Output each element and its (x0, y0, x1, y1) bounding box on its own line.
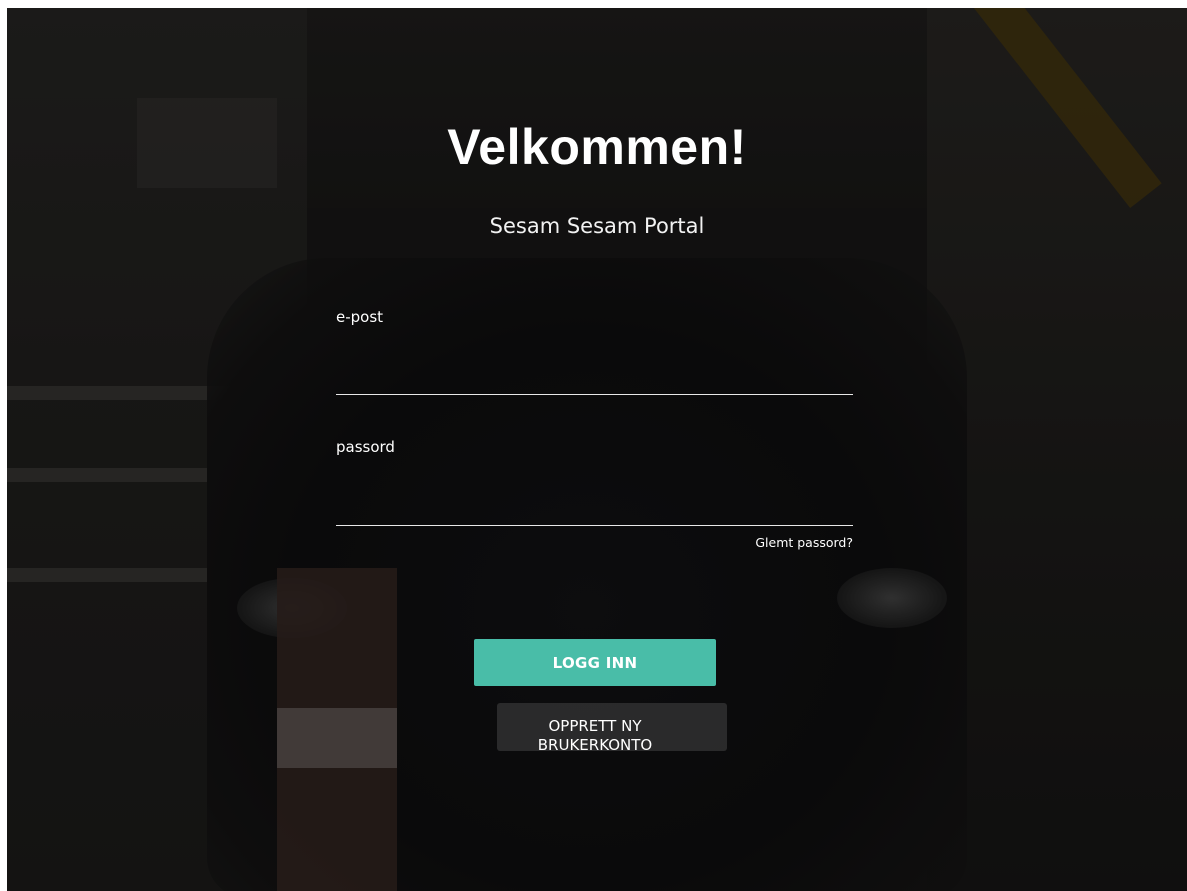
login-form: Velkommen! Sesam Sesam Portal e-post pas… (7, 8, 1187, 891)
email-label: e-post (336, 308, 384, 326)
forgot-password-link[interactable]: Glemt passord? (755, 535, 853, 550)
create-account-line1: OPPRETT NY (548, 717, 642, 735)
create-account-link[interactable]: OPPRETT NY BRUKERKONTO (477, 717, 713, 755)
login-button[interactable]: LOGG INN (474, 639, 716, 686)
email-field[interactable] (336, 364, 853, 395)
password-label: passord (336, 438, 395, 456)
create-account-line2: BRUKERKONTO (537, 736, 653, 754)
page-title: Velkommen! (447, 119, 747, 175)
login-page: Velkommen! Sesam Sesam Portal e-post pas… (7, 8, 1187, 891)
page-subtitle: Sesam Sesam Portal (489, 214, 705, 238)
password-field[interactable] (336, 495, 853, 526)
